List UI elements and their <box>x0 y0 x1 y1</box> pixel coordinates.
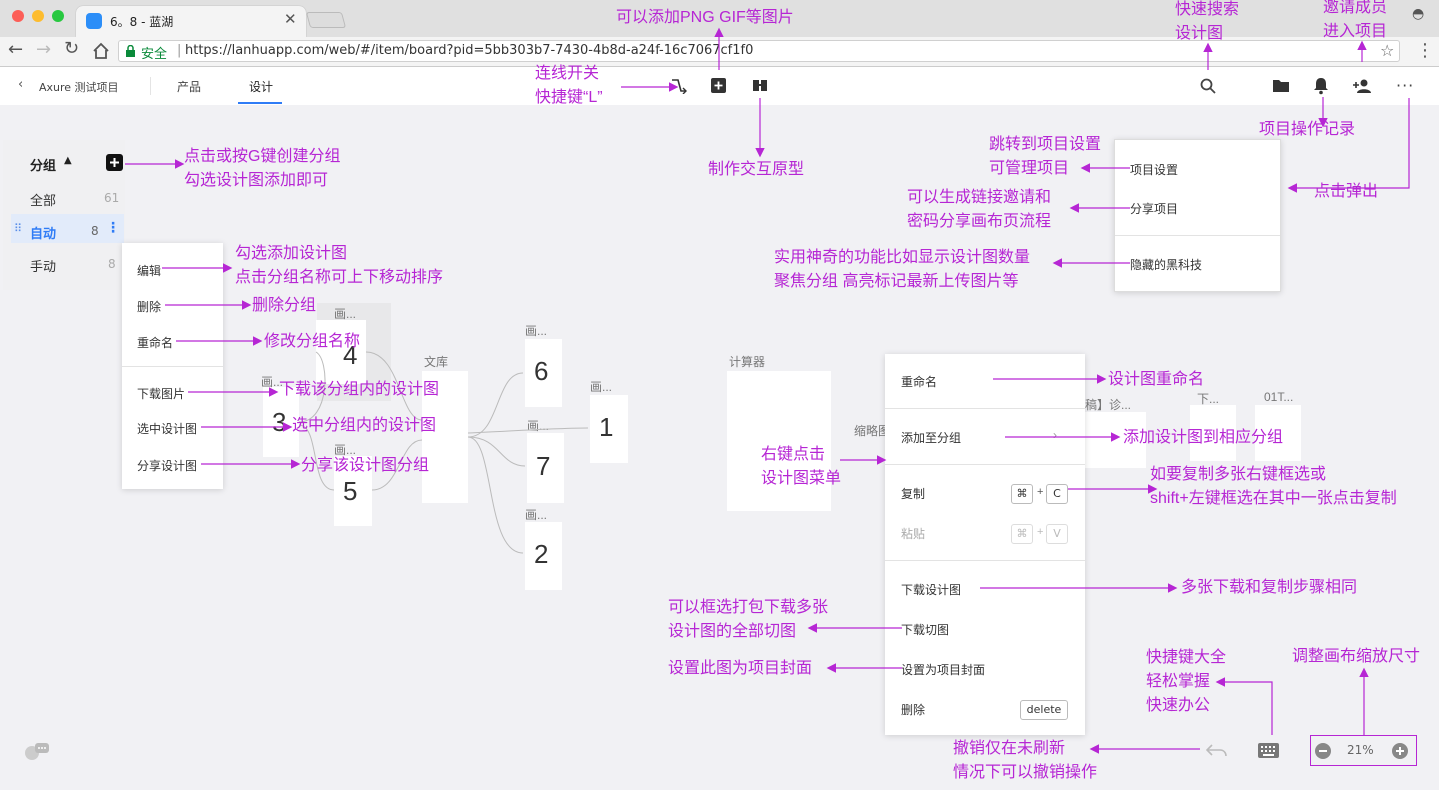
annotation-copy-multi: 如要复制多张右键框选或 shift+左键框选在其中一张点击复制 <box>1150 466 1397 507</box>
annotation-shortcuts: 快捷键大全 轻松掌握 快速办公 <box>1146 649 1227 714</box>
annotation-zoom-adjust: 调整画布缩放尺寸 <box>1292 648 1421 665</box>
annotation-search: 快速搜索 设计图 <box>1175 1 1240 42</box>
annotation-invite: 邀请成员 进入项目 <box>1323 0 1388 40</box>
annotation-prototype: 制作交互原型 <box>708 161 805 178</box>
annotation-download-slices: 可以框选打包下载多张 设计图的全部切图 <box>668 599 829 640</box>
annotation-rename-group: 修改分组名称 <box>264 333 361 350</box>
annotation-download-group: 下载该分组内的设计图 <box>279 381 440 398</box>
annotation-add-to-group: 添加设计图到相应分组 <box>1123 429 1284 446</box>
annotation-download-multi: 多张下载和复制步骤相同 <box>1181 579 1358 596</box>
annotation-rename-design: 设计图重命名 <box>1108 371 1205 388</box>
annotation-share-project: 可以生成链接邀请和 密码分享画布页流程 <box>907 189 1052 230</box>
annotation-group-create: 点击或按G键创建分组 勾选设计图添加即可 <box>184 148 341 189</box>
annotation-project-settings: 跳转到项目设置 可管理项目 <box>989 136 1102 177</box>
annotation-edit: 勾选添加设计图 点击分组名称可上下移动排序 <box>235 245 444 286</box>
annotation-select-group: 选中分组内的设计图 <box>292 417 437 434</box>
annotation-delete-group: 删除分组 <box>252 297 317 314</box>
annotation-right-click: 右键点击 设计图菜单 <box>761 446 842 487</box>
annotation-black-tech: 实用神奇的功能比如显示设计图数量 聚焦分组 高亮标记最新上传图片等 <box>774 249 1031 290</box>
annotation-share-group: 分享该设计图分组 <box>301 457 430 474</box>
annotation-popup-click: 点击弹出 <box>1314 183 1379 200</box>
annotation-history: 项目操作记录 <box>1259 121 1356 138</box>
annotation-png: 可以添加PNG GIF等图片 <box>616 9 794 26</box>
annotation-connect: 连线开关 快捷键“L” <box>535 65 603 106</box>
screenshot-root: 6。8 - 蓝湖 ✕ ◓ ← → ↻ 安全 | https://lanhuapp… <box>0 0 1439 790</box>
annotation-set-cover: 设置此图为项目封面 <box>668 660 813 677</box>
annotation-undo: 撤销仅在未刷新 情况下可以撤销操作 <box>953 740 1098 781</box>
